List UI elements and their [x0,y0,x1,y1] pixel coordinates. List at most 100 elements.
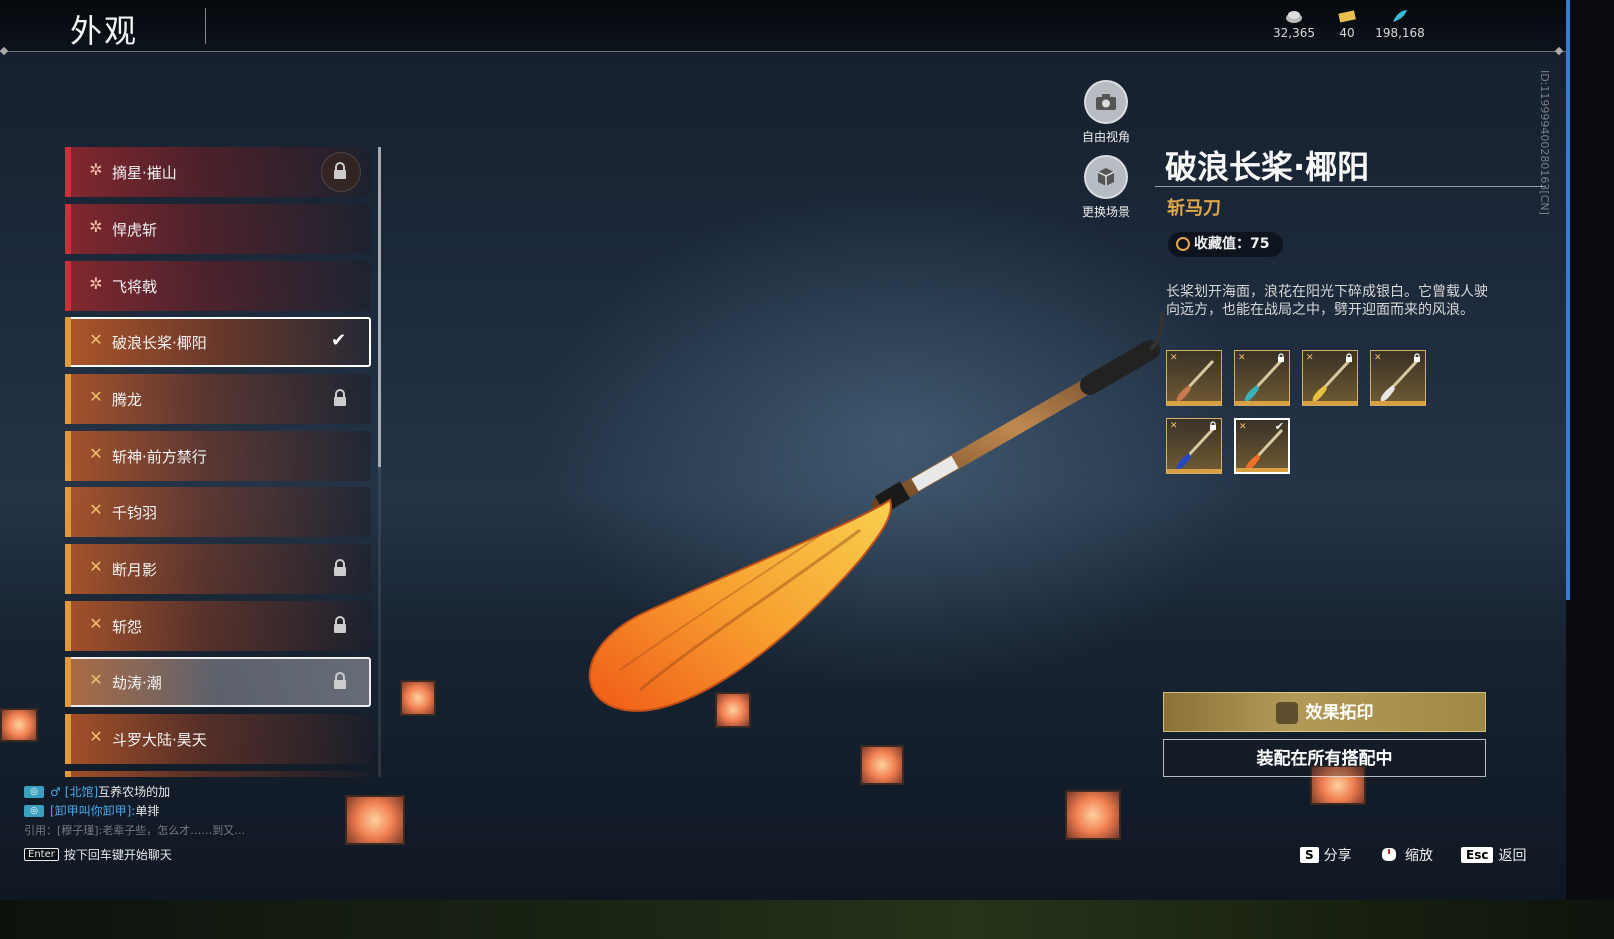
back-hint[interactable]: Esc 返回 [1461,845,1526,865]
collect-value: 75 [1250,236,1270,252]
chat-channel[interactable]: [北馆] [65,783,98,800]
cross-blades-icon: ✕ [89,614,103,633]
free-view-label: 自由视角 [1081,130,1130,144]
lock-icon [334,672,346,689]
imprint-button[interactable]: 效果拓印 [1163,692,1486,732]
list-item[interactable]: ✕ 腾龙 [65,374,371,424]
item-description: 长桨划开海面，浪花在阳光下碎成银白。它曾载人驶向远方，也能在战局之中，劈开迎面而… [1166,284,1488,318]
star-icon: ✲ [89,160,103,179]
title-divider [205,8,206,44]
paddle-thumbnail-icon [1176,359,1215,402]
chat-text: 互养农场的加 [98,785,171,799]
skin-variant[interactable]: ✕ ✔ [1234,418,1290,474]
cross-blades-icon: ✕ [89,500,103,519]
page-title: 外观 [70,12,139,50]
chat-input-hint[interactable]: Enter 按下回车键开始聊天 [24,846,172,863]
gender-icon: ♂ [50,784,61,799]
name-divider [1155,186,1545,187]
cross-blades-icon: ✕ [1170,353,1178,363]
list-item[interactable]: ✕ 斩怨 [65,601,371,651]
list-item[interactable]: ✲ 摘星·摧山 [65,147,371,197]
chat-message: ◎ [卸甲叫你卸甲]: 单排 [24,801,324,820]
window-bottom-edge [0,900,1614,939]
lock-icon [1278,353,1284,362]
currency-tickets-value: 40 [1339,26,1355,40]
item-name: 破浪长桨·椰阳 [1165,148,1370,186]
zoom-label: 缩放 [1405,848,1433,864]
collect-value-badge: 收藏值：75 [1168,232,1284,257]
zoom-hint[interactable]: 缩放 [1378,845,1433,865]
chat-channel[interactable]: [卸甲叫你卸甲]: [50,802,135,819]
appearance-list: ✲ 摘星·摧山 ✲ 悍虎斩 ✲ 飞将戟 ✕ 破浪长桨·椰阳 ✔ ✕ 腾龙 ✕ 斩… [65,147,375,777]
list-item-selected[interactable]: ✕ 破浪长桨·椰阳 ✔ [65,317,371,367]
back-label: 返回 [1498,848,1527,864]
currency-feathers: 198,168 [1374,8,1426,40]
camera-icon [1096,94,1116,110]
cross-blades-icon: ✕ [89,444,103,463]
currency-coins-value: 32,365 [1273,26,1315,40]
list-item-label: 千钧羽 [112,504,158,522]
cross-blades-icon: ✕ [1239,422,1247,432]
cross-blades-icon: ✕ [89,557,103,576]
share-label: 分享 [1323,848,1352,864]
ticket-icon [1338,10,1356,23]
floating-lantern [715,692,751,728]
lock-icon [334,616,346,633]
free-view-button[interactable]: 自由视角 [1078,80,1134,145]
list-item-label: 腾龙 [112,391,143,409]
equip-all-button-label: 装配在所有搭配中 [1256,749,1393,769]
lock-icon [1414,353,1420,362]
list-item[interactable] [65,771,371,777]
list-item[interactable]: ✲ 飞将戟 [65,261,371,311]
currency-tickets: 40 [1330,8,1364,40]
list-item[interactable]: ✕ 千钧羽 [65,487,371,537]
check-icon: ✔ [1274,420,1284,433]
collect-label: 收藏值： [1194,236,1250,252]
skin-variant[interactable]: ✕ [1302,350,1358,406]
floating-lantern [860,745,904,785]
list-item[interactable]: ✕ 断月影 [65,544,371,594]
star-icon: ✲ [89,274,103,293]
cross-blades-icon: ✕ [89,330,103,349]
mouse-icon [1382,848,1396,861]
chat-quote: 引用：[穆子瑾]:老辈子些，怎么才……到又… [24,820,324,839]
check-icon: ✔ [331,330,347,351]
list-item[interactable]: ✕ 斩神·前方禁行 [65,431,371,481]
cross-blades-icon: ✕ [1374,353,1382,363]
change-scene-label: 更换场景 [1081,205,1130,219]
chat-channel-icon: ◎ [24,785,44,798]
cross-blades-icon: ✕ [89,670,103,689]
enter-key: Enter [24,848,59,861]
list-item[interactable]: ✲ 悍虎斩 [65,204,371,254]
share-hint[interactable]: S 分享 [1300,845,1352,865]
floating-lantern [345,795,405,845]
list-item[interactable]: ✕ 斗罗大陆·昊天 [65,714,371,764]
list-scrollbar[interactable] [378,147,381,467]
floating-lantern [0,708,38,742]
lock-icon [1346,353,1352,362]
chat-box[interactable]: ◎ ♂ [北馆] 互养农场的加 ◎ [卸甲叫你卸甲]: 单排 引用：[穆子瑾]:… [24,782,324,839]
list-item-label: 斩怨 [112,618,143,636]
lock-icon [1210,421,1216,430]
list-item-label: 悍虎斩 [112,221,158,239]
list-item-label: 破浪长桨·椰阳 [112,334,207,352]
lock-icon [334,162,346,179]
cross-blades-icon: ✕ [89,387,103,406]
equip-all-button[interactable]: 装配在所有搭配中 [1163,739,1486,777]
list-item-hovered[interactable]: ✕ 劫涛·潮 [65,657,371,707]
skin-variant[interactable]: ✕ [1370,350,1426,406]
skin-variant[interactable]: ✕ [1166,350,1222,406]
change-scene-button[interactable]: 更换场景 [1078,155,1134,220]
item-type: 斩马刀 [1167,198,1221,219]
lock-icon [334,389,346,406]
list-item-label: 摘星·摧山 [112,164,177,182]
cross-blades-icon: ✕ [1306,353,1314,363]
top-bar: 外观 32,365 40 198,168 [0,0,1566,56]
floating-lantern [1065,790,1121,840]
chat-text: 单排 [135,804,160,818]
skin-variant[interactable]: ✕ [1234,350,1290,406]
collection-icon [1176,237,1190,251]
floating-lantern [400,680,436,716]
skin-variant[interactable]: ✕ [1166,418,1222,474]
cross-blades-icon: ✕ [1238,353,1246,363]
